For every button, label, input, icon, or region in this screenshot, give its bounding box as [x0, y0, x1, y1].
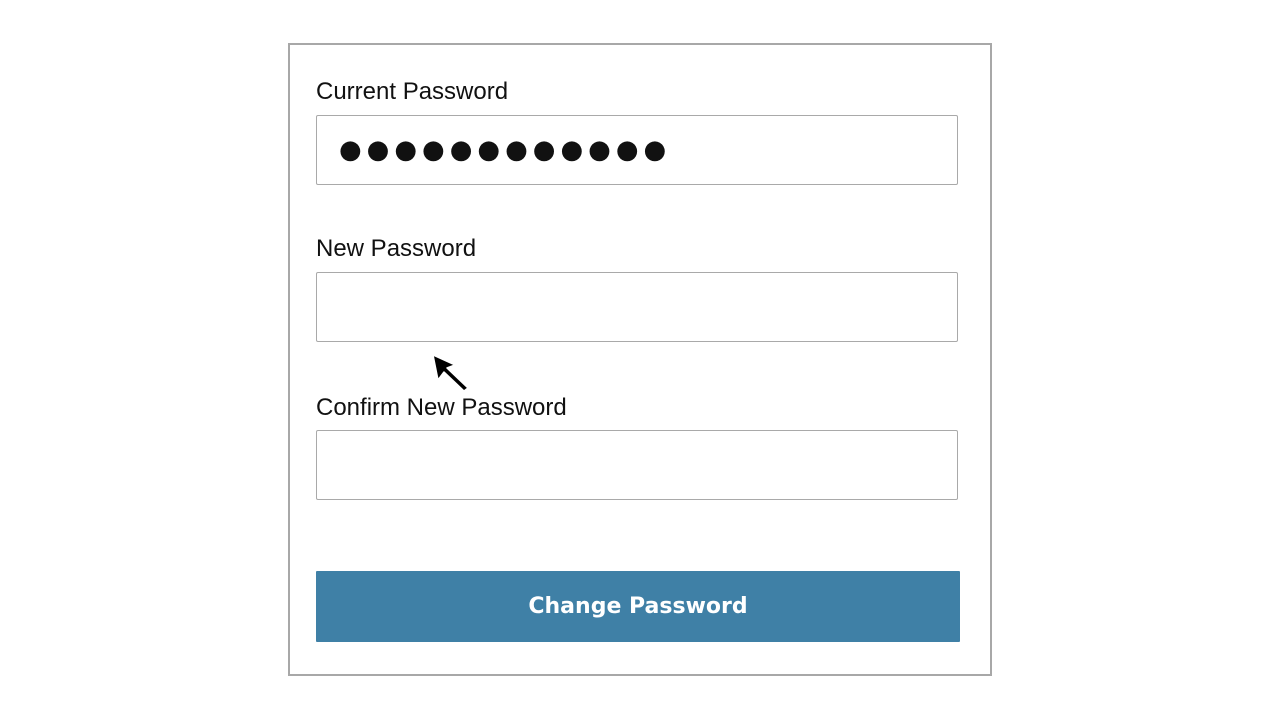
change-password-button[interactable]: Change Password [316, 571, 960, 642]
confirm-password-label: Confirm New Password [316, 394, 567, 421]
current-password-field[interactable]: ●●●●●●●●●●●● [316, 115, 958, 185]
mouse-pointer-icon [432, 354, 469, 392]
confirm-password-field[interactable] [316, 430, 958, 500]
current-password-label: Current Password [316, 78, 509, 105]
page: Current Password ●●●●●●●●●●●● New Passwo… [0, 0, 1280, 720]
new-password-field[interactable] [316, 272, 958, 342]
new-password-label: New Password [316, 235, 477, 262]
change-password-form: Current Password ●●●●●●●●●●●● New Passwo… [288, 43, 992, 676]
current-password-masked-value: ●●●●●●●●●●●● [339, 135, 672, 165]
